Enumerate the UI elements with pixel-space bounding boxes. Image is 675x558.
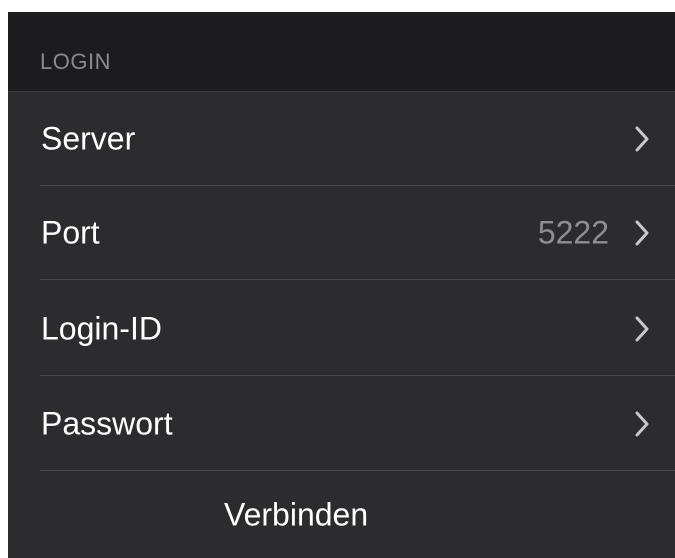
chevron-right-icon <box>635 220 649 246</box>
row-login-id-label: Login-ID <box>41 310 162 347</box>
row-passwort[interactable]: Passwort <box>8 377 675 471</box>
login-group: Server Port 5222 Login-ID Passwort Verbi… <box>8 92 675 558</box>
chevron-right-icon <box>635 316 649 342</box>
row-server-label: Server <box>41 120 136 157</box>
connect-button[interactable]: Verbinden <box>8 472 675 558</box>
divider <box>40 279 675 280</box>
chevron-right-icon <box>635 126 649 152</box>
row-port-value: 5222 <box>537 214 609 251</box>
connect-button-label: Verbinden <box>224 496 369 533</box>
divider <box>40 470 675 471</box>
row-login-id[interactable]: Login-ID <box>8 282 675 376</box>
row-passwort-label: Passwort <box>41 405 173 442</box>
settings-screen: LOGIN Server Port 5222 Login-ID Passwort… <box>8 12 675 558</box>
section-header-label: LOGIN <box>40 49 111 74</box>
section-header: LOGIN <box>8 12 675 92</box>
row-server[interactable]: Server <box>8 92 675 186</box>
chevron-right-icon <box>635 411 649 437</box>
row-port-label: Port <box>41 214 100 251</box>
divider <box>40 375 675 376</box>
row-port[interactable]: Port 5222 <box>8 186 675 280</box>
